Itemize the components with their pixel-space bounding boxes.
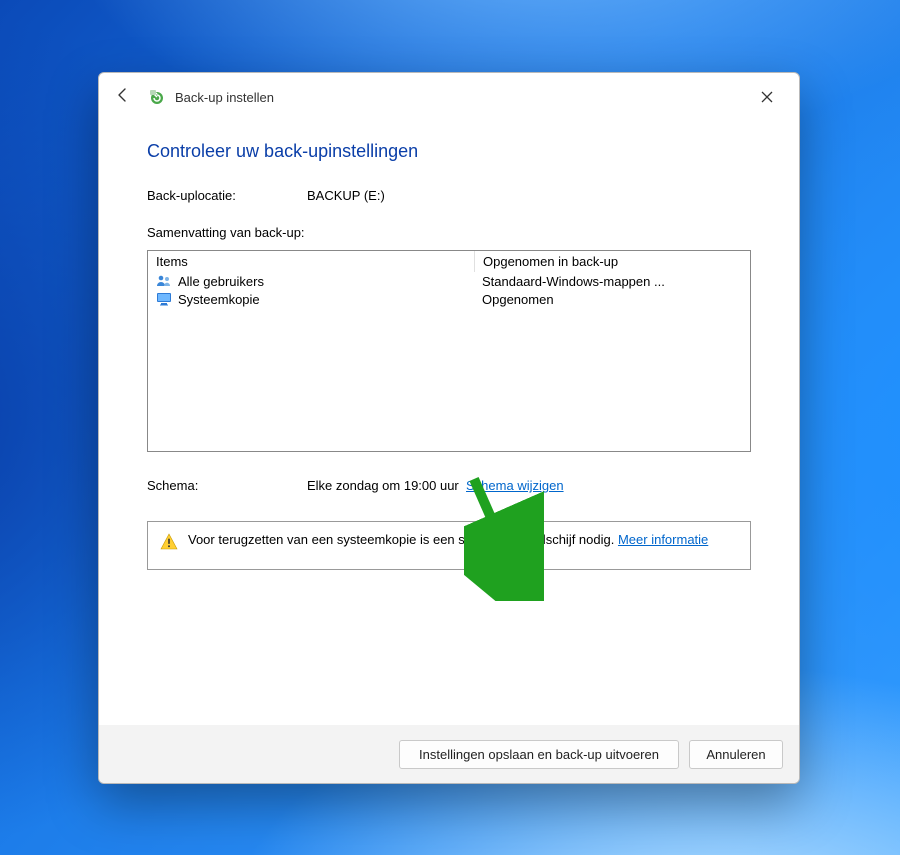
change-schedule-link[interactable]: Schema wijzigen [466,478,564,493]
dialog-footer: Instellingen opslaan en back-up uitvoere… [99,725,799,783]
dialog-title: Back-up instellen [175,90,274,105]
titlebar: Back-up instellen [99,73,799,121]
table-cell-included: Opgenomen [482,292,554,307]
summary-label: Samenvatting van back-up: [147,225,751,240]
backup-location-row: Back-uplocatie: BACKUP (E:) [147,188,751,203]
notice-text-wrap: Voor terugzetten van een systeemkopie is… [188,532,708,551]
summary-col-included[interactable]: Opgenomen in back-up [475,251,750,272]
table-cell-included: Standaard-Windows-mappen ... [482,274,665,289]
summary-col-items[interactable]: Items [148,251,475,272]
table-cell-item: Alle gebruikers [178,274,264,289]
table-cell-item: Systeemkopie [178,292,260,307]
save-and-run-button[interactable]: Instellingen opslaan en back-up uitvoere… [399,740,679,769]
dialog-content: Controleer uw back-upinstellingen Back-u… [99,121,799,725]
warning-icon [160,533,178,551]
monitor-icon [156,291,172,307]
schedule-label: Schema: [147,478,307,493]
table-row[interactable]: Systeemkopie Opgenomen [148,290,750,308]
page-heading: Controleer uw back-upinstellingen [147,141,751,162]
backup-location-value: BACKUP (E:) [307,188,751,203]
notice-text: Voor terugzetten van een systeemkopie is… [188,532,618,547]
close-button[interactable] [749,83,785,111]
schedule-value: Elke zondag om 19:00 uur [307,478,459,493]
summary-table: Items Opgenomen in back-up [147,250,751,452]
backup-settings-dialog: Back-up instellen Controleer uw back-upi… [98,72,800,784]
summary-table-header: Items Opgenomen in back-up [148,251,750,272]
users-icon [156,273,172,289]
backup-location-label: Back-uplocatie: [147,188,307,203]
back-button[interactable] [113,87,133,108]
schedule-row: Schema: Elke zondag om 19:00 uur Schema … [147,478,751,493]
backup-icon [147,87,167,107]
cancel-button[interactable]: Annuleren [689,740,783,769]
more-info-link[interactable]: Meer informatie [618,532,708,547]
system-image-notice: Voor terugzetten van een systeemkopie is… [147,521,751,570]
table-row[interactable]: Alle gebruikers Standaard-Windows-mappen… [148,272,750,290]
